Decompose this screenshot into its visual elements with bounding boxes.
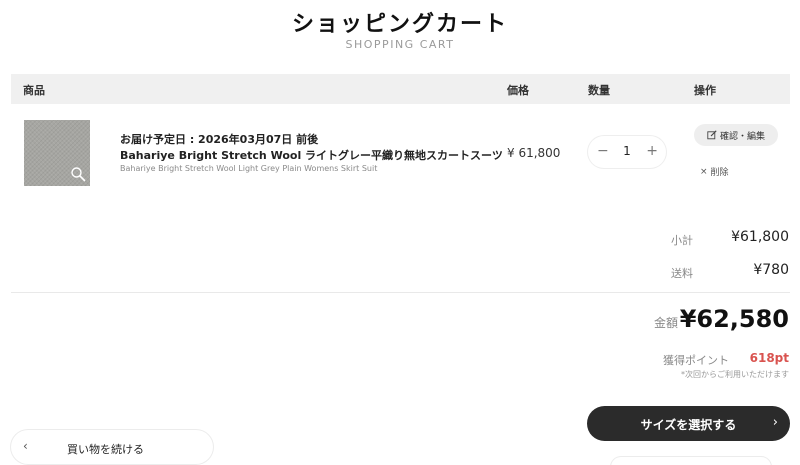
summary-divider	[11, 292, 790, 293]
item-price: ¥ 61,800	[507, 146, 561, 160]
continue-shopping-label: 買い物を続ける	[67, 443, 144, 456]
column-header-actions: 操作	[694, 84, 716, 97]
zoom-icon[interactable]	[70, 166, 86, 182]
page-subtitle: SHOPPING CART	[345, 38, 455, 51]
subtotal-label: 小計	[671, 234, 693, 247]
column-header-price: 価格	[507, 84, 529, 97]
edit-label: 確認・編集	[719, 131, 765, 142]
cart-page: ショッピングカート SHOPPING CART 商品 価格 数量 操作 お届け予…	[0, 0, 800, 465]
product-thumbnail[interactable]	[24, 120, 90, 186]
points-label: 獲得ポイント	[663, 354, 729, 367]
secondary-action-button[interactable]	[611, 457, 771, 465]
column-header-product: 商品	[23, 84, 45, 97]
product-name-english: Bahariye Bright Stretch Wool Light Grey …	[120, 164, 378, 173]
quantity-increase-button[interactable]: +	[646, 143, 658, 159]
select-size-button[interactable]: サイズを選択する ›	[587, 406, 790, 441]
cart-table-header: 商品 価格 数量 操作	[11, 74, 790, 104]
product-name[interactable]: Bahariye Bright Stretch Wool ライトグレー平織り無地…	[120, 147, 503, 163]
delete-label: 削除	[710, 168, 729, 178]
edit-icon	[707, 130, 717, 140]
chevron-left-icon: ‹	[23, 439, 28, 453]
close-icon: ×	[700, 166, 708, 177]
delivery-date: お届け予定日 : 2026年03月07日 前後	[120, 133, 319, 146]
points-note: *次回からご利用いただけます	[681, 370, 789, 379]
shipping-label: 送料	[671, 267, 693, 280]
shipping-value: ¥780	[753, 262, 789, 278]
select-size-label: サイズを選択する	[640, 418, 737, 432]
total-value: ¥62,580	[679, 305, 789, 333]
continue-shopping-button[interactable]: ‹ 買い物を続ける	[11, 430, 213, 464]
points-value: 618pt	[749, 351, 789, 365]
page-title: ショッピングカート	[291, 12, 508, 37]
quantity-stepper: − 1 +	[588, 136, 666, 168]
subtotal-value: ¥61,800	[731, 229, 789, 245]
edit-button[interactable]: 確認・編集	[694, 124, 778, 146]
delete-button[interactable]: × 削除	[700, 165, 729, 179]
total-label: 金額	[654, 316, 679, 330]
chevron-right-icon: ›	[772, 415, 778, 430]
column-header-quantity: 数量	[588, 84, 610, 97]
